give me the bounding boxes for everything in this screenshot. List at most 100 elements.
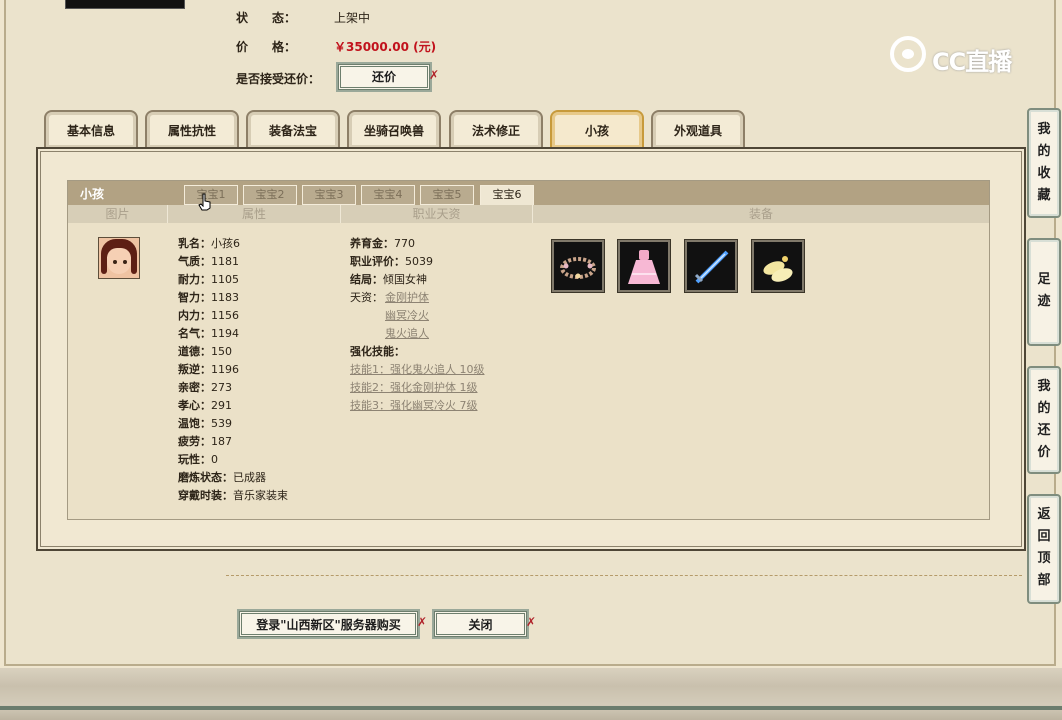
child-panel: 小孩 宝宝1 宝宝2 宝宝3 宝宝4 宝宝5 宝宝6 图片 属性 职业天资 装备… [67, 180, 990, 520]
subtab-baby-2[interactable]: 宝宝2 [243, 185, 297, 205]
side-char: 价 [1037, 445, 1051, 460]
ending-value: 倾国女神 [383, 273, 427, 286]
talent-link[interactable]: 金刚护体 [385, 289, 429, 307]
flower-wreath-icon[interactable] [551, 239, 605, 293]
attribute-row: 乳名：小孩6 [178, 235, 240, 253]
tab-mounts[interactable]: 坐骑召唤兽 [347, 110, 441, 148]
skill-link[interactable]: 技能3：强化幽冥冷火 7级 [350, 397, 478, 415]
subtab-baby-5[interactable]: 宝宝5 [420, 185, 474, 205]
cc-logo-icon [890, 36, 926, 72]
bargain-button[interactable]: 还价 [336, 62, 432, 92]
price-value: ￥35000.00 (元) [334, 40, 437, 54]
tab-attributes[interactable]: 属性抗性 [145, 110, 239, 148]
column-header-equipment: 装备 [533, 205, 989, 223]
side-char: 顶 [1037, 551, 1051, 566]
attribute-row: 气质：1181 [178, 253, 239, 271]
subtab-label: 宝宝6 [492, 188, 522, 201]
attribute-value: 273 [211, 381, 232, 394]
ending-row: 结局：倾国女神 [350, 271, 427, 289]
avatar-hair-right [131, 252, 137, 274]
tab-label: 外观道具 [673, 124, 722, 138]
attribute-value: 0 [211, 453, 218, 466]
tab-children[interactable]: 小孩 [550, 110, 644, 148]
attribute-row: 名气：1194 [178, 325, 239, 343]
side-char: 回 [1037, 529, 1051, 544]
side-char: 返 [1037, 507, 1051, 522]
flower-wreath-graphic [560, 257, 596, 279]
subtab-label: 宝宝2 [255, 188, 285, 201]
subtab-label: 宝宝4 [373, 188, 403, 201]
attribute-row: 道德：150 [178, 343, 232, 361]
attribute-key: 内力： [178, 309, 211, 322]
side-char: 的 [1037, 144, 1051, 159]
attribute-value: 1194 [211, 327, 239, 340]
attribute-row: 穿戴时装：音乐家装束 [178, 487, 288, 505]
subtab-baby-4[interactable]: 宝宝4 [361, 185, 415, 205]
pink-dress-icon[interactable] [617, 239, 671, 293]
blue-sword-icon[interactable] [684, 239, 738, 293]
attribute-key: 磨炼状态： [178, 471, 233, 484]
subtab-baby-6[interactable]: 宝宝6 [480, 185, 534, 206]
tab-spell-modifiers[interactable]: 法术修正 [449, 110, 543, 148]
column-header-attributes: 属性 [168, 205, 341, 223]
attribute-row: 孝心：291 [178, 397, 232, 415]
talent-link[interactable]: 幽冥冷火 [385, 307, 429, 325]
ribbon-icon: ✗ [417, 615, 428, 629]
tab-label: 坐骑召唤兽 [363, 124, 424, 138]
side-button-my-bargains[interactable]: 我 的 还 价 [1027, 366, 1061, 474]
rating-label: 职业评价： [350, 255, 405, 268]
side-char: 我 [1037, 379, 1051, 394]
attribute-value: 1156 [211, 309, 239, 322]
side-char: 我 [1037, 122, 1051, 137]
attribute-row: 亲密：273 [178, 379, 232, 397]
attribute-key: 道德： [178, 345, 211, 358]
attribute-key: 温饱： [178, 417, 211, 430]
side-char: 迹 [1037, 294, 1051, 309]
side-char: 收 [1037, 166, 1051, 181]
talent-label: 天资： [350, 291, 383, 304]
footer-decoration [0, 668, 1062, 720]
side-char: 部 [1037, 573, 1051, 588]
tab-label: 小孩 [584, 124, 609, 138]
attribute-row: 疲劳：187 [178, 433, 232, 451]
close-button-label: 关闭 [468, 618, 493, 632]
tab-basic-info[interactable]: 基本信息 [44, 110, 138, 148]
subtab-label: 宝宝3 [314, 188, 344, 201]
fund-value: 770 [394, 237, 415, 250]
attribute-value: 187 [211, 435, 232, 448]
tab-equipment[interactable]: 装备法宝 [246, 110, 340, 148]
attribute-row: 内力：1156 [178, 307, 239, 325]
skill-link[interactable]: 技能2：强化金刚护体 1级 [350, 379, 478, 397]
yellow-shoes-graphic [763, 256, 793, 282]
login-buy-button[interactable]: 登录"山西新区"服务器购买 [237, 609, 420, 639]
yellow-shoes-icon[interactable] [751, 239, 805, 293]
close-button[interactable]: 关闭 [432, 609, 529, 639]
column-header-career: 职业天资 [341, 205, 533, 223]
skills-label-text: 强化技能： [350, 345, 405, 358]
subtab-baby-3[interactable]: 宝宝3 [302, 185, 356, 205]
tab-appearance-items[interactable]: 外观道具 [651, 110, 745, 148]
attribute-key: 乳名： [178, 237, 211, 250]
side-char: 还 [1037, 423, 1051, 438]
attribute-row: 磨炼状态：已成器 [178, 469, 266, 487]
attribute-key: 耐力： [178, 273, 211, 286]
rating-value: 5039 [405, 255, 433, 268]
side-button-back-to-top[interactable]: 返 回 顶 部 [1027, 494, 1061, 604]
side-button-favorites[interactable]: 我 的 收 藏 [1027, 108, 1061, 218]
attribute-row: 智力：1183 [178, 289, 239, 307]
tab-label: 基本信息 [66, 124, 115, 138]
talent-link[interactable]: 鬼火追人 [385, 325, 429, 343]
hand-cursor-icon [198, 193, 211, 211]
attribute-row: 叛逆：1196 [178, 361, 239, 379]
attribute-value: 小孩6 [211, 237, 240, 250]
ending-label: 结局： [350, 273, 383, 286]
attribute-key: 穿戴时装： [178, 489, 233, 502]
price-label: 价 格： [236, 40, 297, 54]
rating-row: 职业评价：5039 [350, 253, 433, 271]
skill-link[interactable]: 技能1：强化鬼火追人 10级 [350, 361, 485, 379]
attribute-key: 孝心： [178, 399, 211, 412]
child-avatar [98, 237, 140, 279]
side-button-footprints[interactable]: 足 迹 [1027, 238, 1061, 346]
side-char: 的 [1037, 401, 1051, 416]
subtab-label: 宝宝5 [432, 188, 462, 201]
